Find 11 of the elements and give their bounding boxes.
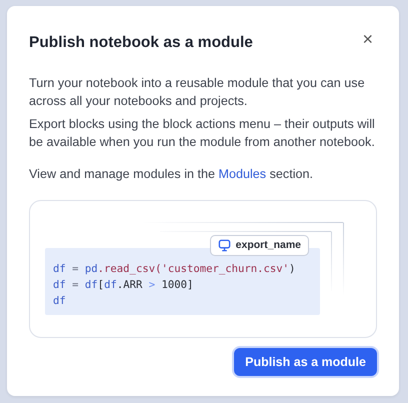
description-text: Turn your notebook into a reusable module that you can use across all your notebooks and projects. <box>29 75 366 110</box>
code-line: df = df[df.ARR > 1000] <box>53 278 194 292</box>
modules-link[interactable]: Modules <box>218 167 266 181</box>
dialog-title: Publish notebook as a module <box>29 34 253 52</box>
modules-note: View and manage modules in the Modules section. <box>29 166 314 183</box>
code-line: df = pd.read_csv('customer_churn.csv') <box>53 262 296 276</box>
description-text: Export blocks using the block actions menu – their outputs will be available when you run the module from another notebook. <box>29 116 376 151</box>
code-line: df <box>53 294 67 308</box>
close-button[interactable]: × <box>358 32 377 46</box>
export-name-label: export_name <box>236 239 301 251</box>
publish-button[interactable]: Publish as a module <box>234 348 377 376</box>
